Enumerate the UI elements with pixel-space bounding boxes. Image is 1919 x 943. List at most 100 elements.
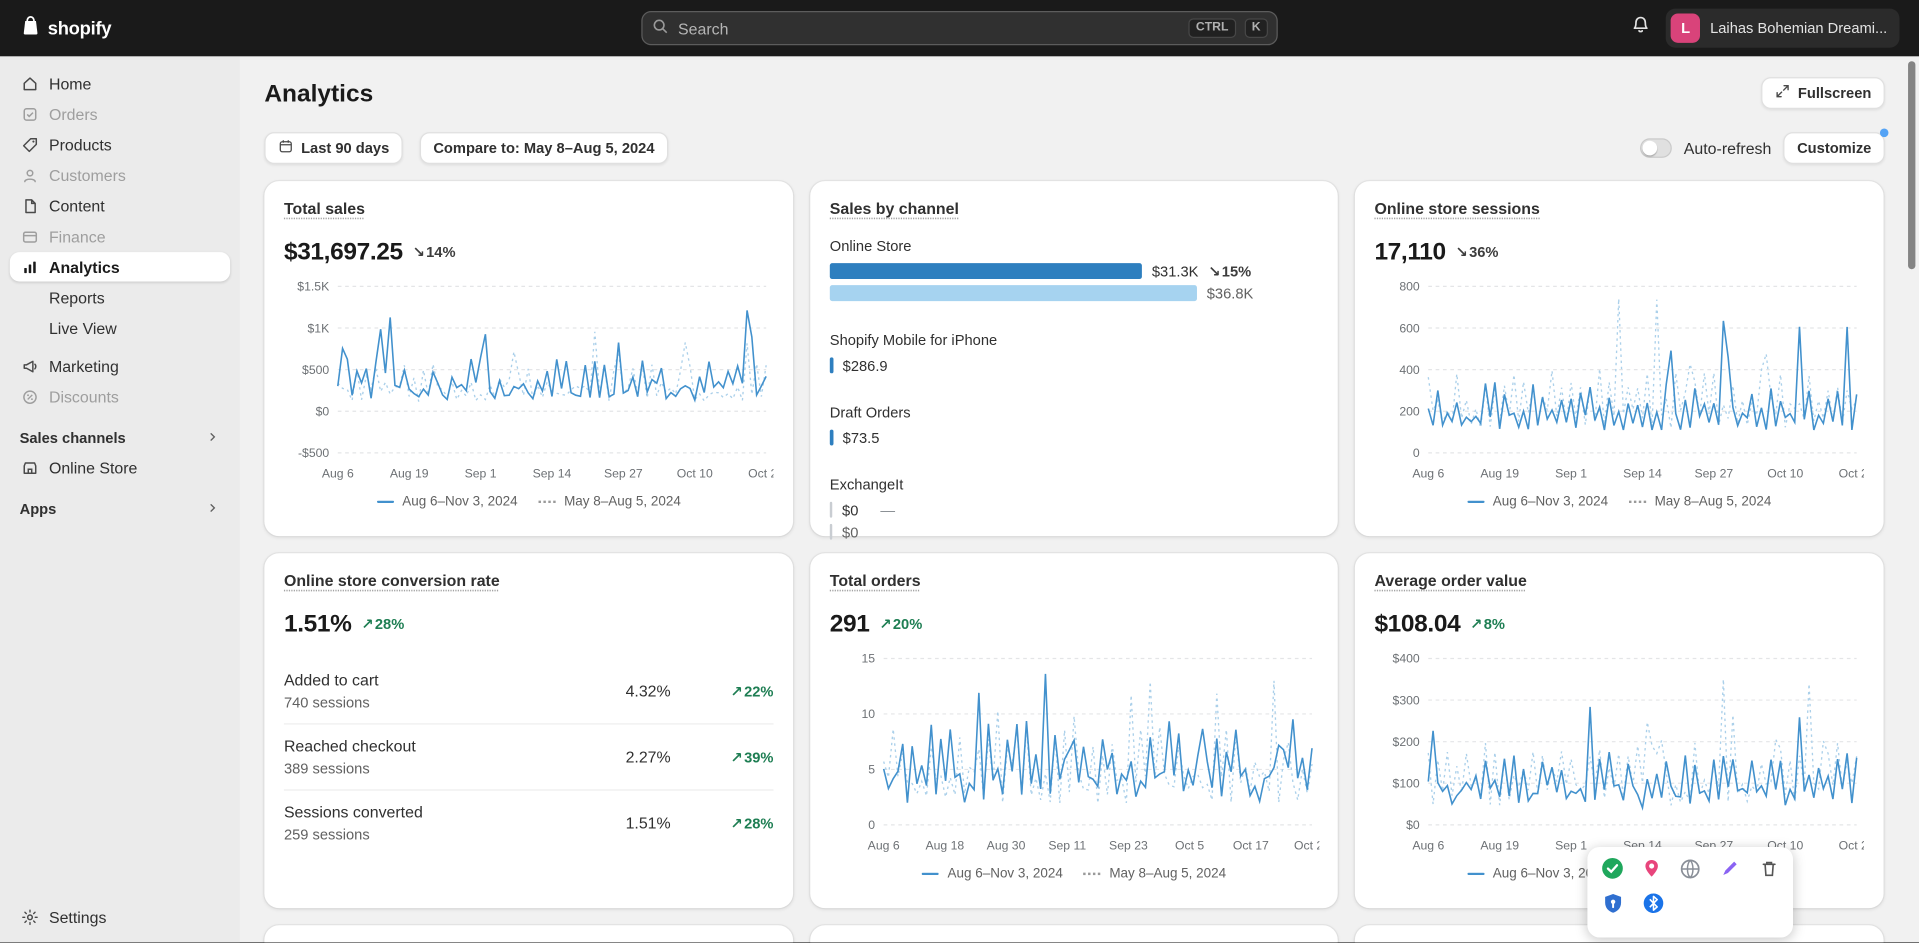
sidebar-item-orders[interactable]: Orders [10, 99, 230, 128]
sidebar-item-home[interactable]: Home [10, 69, 230, 98]
arrow-down-icon: ↘ [413, 244, 425, 261]
arrow-up-icon: ↗ [731, 682, 743, 699]
current-period-marker [1467, 873, 1484, 875]
report-controls: Last 90 days Compare to: May 8–Aug 5, 20… [264, 132, 1884, 164]
svg-text:Oct 10: Oct 10 [677, 466, 713, 480]
total-sales-title[interactable]: Total sales [284, 199, 365, 219]
sessions-chart[interactable]: 8006004002000Aug 6Aug 19Sep 1Sep 14Sep 2… [1374, 274, 1864, 485]
current-period-marker [922, 873, 939, 875]
svg-text:Sep 14: Sep 14 [1623, 466, 1662, 480]
channel-bar-current[interactable] [830, 430, 833, 446]
sidebar-item-discounts[interactable]: Discounts [10, 382, 230, 411]
customer-cohort-analysis-card: Customer cohort analysis [810, 925, 1338, 942]
total-orders-value: 291 [830, 610, 870, 638]
total-orders-title[interactable]: Total orders [830, 572, 921, 592]
svg-text:$300: $300 [1393, 693, 1420, 707]
check-circle-icon[interactable] [1600, 856, 1624, 882]
channel-bar-current[interactable] [830, 502, 832, 518]
location-pin-icon[interactable] [1639, 856, 1663, 882]
svg-text:Aug 30: Aug 30 [987, 838, 1026, 852]
channel-bar-previous[interactable] [830, 524, 832, 540]
sidebar-item-reports[interactable]: Reports [10, 283, 230, 312]
sidebar-item-online-store[interactable]: Online Store [10, 453, 230, 482]
chart-legend: Aug 6–Nov 3, 2024 May 8–Aug 5, 2024 [830, 867, 1318, 882]
discounts-icon [20, 387, 40, 405]
channel-online-store: Online Store $31.3K ↘15% $36.8K [830, 237, 1318, 302]
svg-text:Oct 23: Oct 23 [748, 466, 773, 480]
online-store-sessions-card: Online store sessions 17,110 ↘36% 800600… [1355, 181, 1884, 536]
current-period-marker [1467, 501, 1484, 503]
bluetooth-icon[interactable] [1640, 890, 1666, 916]
svg-text:Aug 6: Aug 6 [322, 466, 354, 480]
aov-chart[interactable]: $400$300$200$100$0Aug 6Aug 19Sep 1Sep 14… [1374, 646, 1864, 857]
arrow-up-icon: ↗ [731, 748, 743, 765]
conversion-row-sessions-converted: Sessions converted 259 sessions 1.51% ↗2… [284, 789, 774, 855]
total-sales-chart[interactable]: $1.5K$1K$500$0-$500Aug 6Aug 19Sep 1Sep 1… [284, 274, 774, 485]
conversion-title[interactable]: Online store conversion rate [284, 572, 500, 592]
svg-text:Aug 18: Aug 18 [925, 838, 964, 852]
globe-icon[interactable] [1678, 856, 1702, 882]
svg-text:Aug 6: Aug 6 [1412, 466, 1444, 480]
shopify-logo[interactable]: shopify [20, 14, 112, 42]
auto-refresh-toggle[interactable] [1640, 138, 1672, 158]
sales-channels-header[interactable]: Sales channels [10, 423, 230, 452]
total-orders-chart[interactable]: 151050Aug 6Aug 18Aug 30Sep 11Sep 23Oct 5… [830, 646, 1320, 857]
home-icon [20, 74, 40, 92]
sidebar-item-content[interactable]: Content [10, 191, 230, 220]
conversion-row-reached-checkout: Reached checkout 389 sessions 2.27% ↗39% [284, 723, 774, 789]
date-range-button[interactable]: Last 90 days [264, 132, 402, 164]
vertical-scrollbar[interactable] [1908, 61, 1915, 269]
sidebar-item-finance[interactable]: Finance [10, 222, 230, 251]
sidebar-item-analytics[interactable]: Analytics [10, 252, 230, 281]
svg-text:Aug 19: Aug 19 [1480, 838, 1519, 852]
main-content: Analytics Fullscreen Last 90 days Compar… [240, 56, 1919, 942]
store-avatar: L [1671, 13, 1700, 42]
sidebar-item-settings[interactable]: Settings [10, 902, 230, 931]
chevron-right-icon [206, 500, 221, 518]
sessions-delta: ↘36% [1456, 244, 1499, 261]
svg-text:Sep 27: Sep 27 [604, 466, 643, 480]
svg-text:$200: $200 [1393, 735, 1420, 749]
sessions-title[interactable]: Online store sessions [1374, 199, 1539, 219]
svg-text:Aug 19: Aug 19 [1480, 466, 1519, 480]
pen-icon[interactable] [1717, 856, 1741, 882]
compare-button[interactable]: Compare to: May 8–Aug 5, 2024 [420, 132, 668, 164]
svg-text:Oct 29: Oct 29 [1294, 838, 1319, 852]
apps-header[interactable]: Apps [10, 494, 230, 523]
extension-overlay-toolbar [1587, 847, 1793, 938]
chart-legend: Aug 6–Nov 3, 2024 May 8–Aug 5, 2024 [1374, 494, 1864, 509]
notification-bell-icon[interactable] [1631, 15, 1652, 42]
channel-bar-current[interactable] [830, 263, 1142, 279]
sidebar-item-marketing[interactable]: Marketing [10, 351, 230, 380]
sidebar-item-live-view[interactable]: Live View [10, 313, 230, 342]
svg-text:0: 0 [1413, 446, 1420, 460]
page-title: Analytics [264, 77, 1884, 111]
svg-text:Oct 17: Oct 17 [1233, 838, 1269, 852]
shield-icon[interactable] [1600, 890, 1626, 916]
sidebar-item-customers[interactable]: Customers [10, 160, 230, 189]
sidebar-item-products[interactable]: Products [10, 130, 230, 159]
fullscreen-button[interactable]: Fullscreen [1761, 77, 1885, 109]
account-menu[interactable]: L Laihas Bohemian Dreami... [1666, 9, 1899, 48]
customize-button[interactable]: Customize [1784, 132, 1885, 164]
fullscreen-icon [1775, 83, 1791, 103]
shortcut-ctrl-key: CTRL [1189, 18, 1236, 38]
storefront-icon [20, 458, 40, 476]
svg-text:Sep 27: Sep 27 [1695, 466, 1734, 480]
channel-bar-previous[interactable] [830, 285, 1197, 301]
sales-by-channel-title[interactable]: Sales by channel [830, 199, 959, 219]
marketing-icon [20, 357, 40, 375]
arrow-up-icon: ↗ [361, 616, 373, 633]
svg-text:Sep 1: Sep 1 [1555, 466, 1587, 480]
finance-icon [20, 227, 40, 245]
channel-bar-current[interactable] [830, 357, 833, 373]
content-icon [20, 196, 40, 214]
total-sales-card: Total sales $31,697.25 ↘14% $1.5K$1K$500… [264, 181, 793, 536]
search-input[interactable]: Search CTRL K [641, 11, 1277, 45]
aov-title[interactable]: Average order value [1374, 572, 1526, 592]
svg-text:Oct 23: Oct 23 [1839, 838, 1864, 852]
svg-text:400: 400 [1399, 363, 1420, 377]
svg-text:Sep 23: Sep 23 [1109, 838, 1148, 852]
trash-icon[interactable] [1756, 856, 1780, 882]
auto-refresh-label: Auto-refresh [1684, 139, 1772, 157]
